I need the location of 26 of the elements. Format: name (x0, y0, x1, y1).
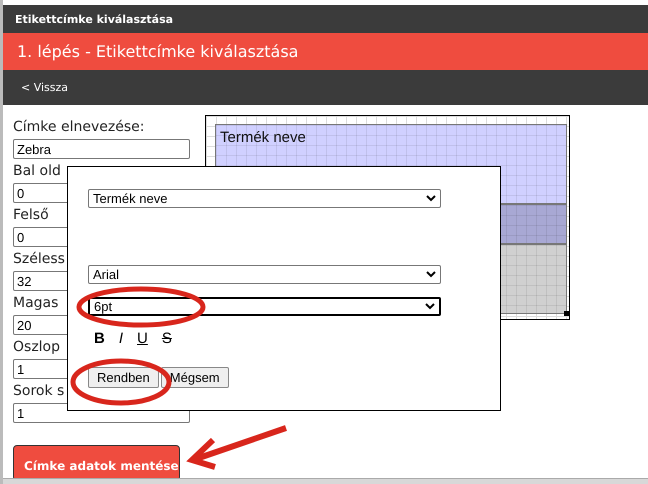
window-title: Etikettcímke kiválasztása (3, 5, 648, 33)
cancel-button[interactable]: Mégsem (160, 367, 229, 388)
chevron-icon (425, 303, 435, 310)
font-select[interactable]: Arial (88, 265, 441, 284)
field-label: Széless (13, 250, 65, 269)
field-text: Termék neve (219, 128, 306, 146)
field-label: Bal old (13, 162, 61, 181)
field-label: Sorok s (13, 382, 64, 401)
field-label: Címke elnevezése: (13, 118, 144, 137)
chevron-icon (426, 271, 436, 278)
strike-button[interactable]: S (162, 330, 172, 347)
field-select[interactable]: Termék neve (88, 189, 441, 208)
step-title: 1. lépés - Etikettcímke kiválasztása (3, 33, 648, 70)
save-button[interactable]: Címke adatok mentése (13, 445, 180, 481)
field-label: Oszlop (13, 338, 60, 357)
input-field[interactable]: Zebra (13, 139, 190, 159)
back-link[interactable]: < Vissza (21, 81, 68, 94)
ok-button[interactable]: Rendben (88, 367, 159, 388)
resize-handle[interactable] (564, 311, 569, 316)
underline-button[interactable]: U (137, 330, 148, 347)
size-select[interactable]: 6pt (88, 297, 441, 316)
italic-button[interactable]: I (118, 330, 124, 347)
chevron-icon (426, 195, 436, 202)
field-label: Magas (13, 294, 58, 313)
field-label: Felső (13, 206, 49, 225)
bold-button[interactable]: B (94, 330, 105, 347)
